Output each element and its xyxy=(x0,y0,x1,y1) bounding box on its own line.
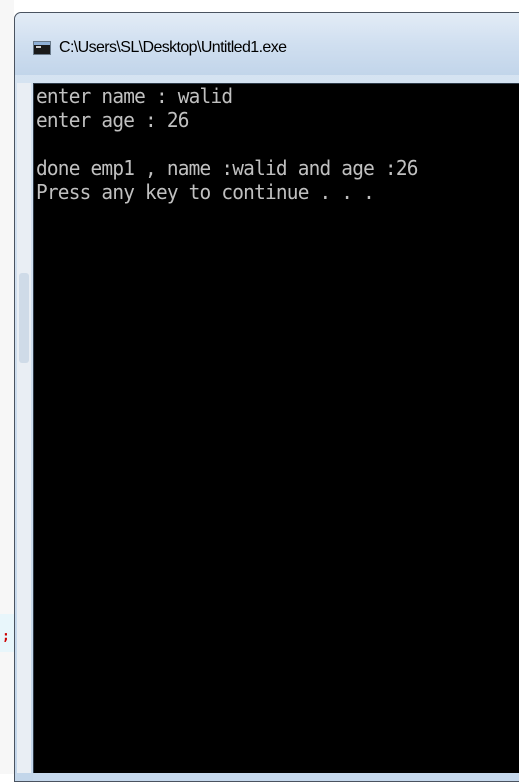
console-output[interactable]: enter name : walid enter age : 26 done e… xyxy=(33,83,519,773)
console-window[interactable]: C:\Users\SL\Desktop\Untitled1.exe enter … xyxy=(14,12,519,782)
editor-code-fragment: ; xyxy=(2,629,10,644)
window-title: C:\Users\SL\Desktop\Untitled1.exe xyxy=(59,39,287,56)
console-line: Press any key to continue . . . xyxy=(36,180,375,204)
window-bottom-border xyxy=(33,773,519,781)
icon-prompt xyxy=(36,46,41,48)
editor-gutter xyxy=(0,0,14,774)
console-window-icon[interactable] xyxy=(33,41,51,55)
border-highlight xyxy=(19,273,29,363)
icon-title-bar xyxy=(34,42,50,45)
console-line: enter name : walid xyxy=(36,84,233,108)
console-line: done emp1 , name :walid and age :26 xyxy=(36,156,418,180)
window-titlebar[interactable]: C:\Users\SL\Desktop\Untitled1.exe xyxy=(15,13,519,75)
window-left-border xyxy=(17,83,31,773)
console-line: enter age : 26 xyxy=(36,108,189,132)
editor-line-highlight: ; xyxy=(0,614,14,652)
